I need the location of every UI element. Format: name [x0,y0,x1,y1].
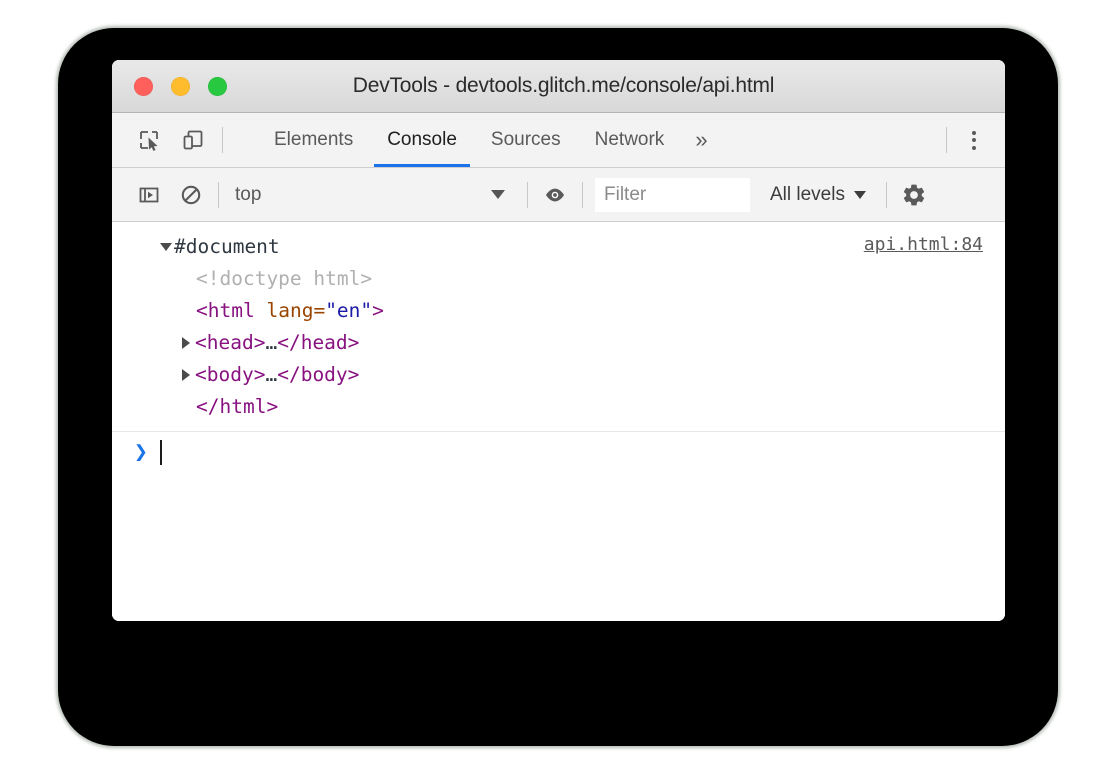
attr-value-lang: "en" [325,299,373,322]
tab-bar-left-icons [112,113,237,167]
minimize-window-button[interactable] [171,76,190,96]
dom-root-label: #document [174,235,280,258]
collapsed-triangle-icon-head[interactable] [182,336,190,349]
console-sidebar-toggle-icon[interactable] [134,180,164,210]
close-window-button[interactable] [134,76,153,96]
tab-network[interactable]: Network [578,113,682,167]
tab-bar-divider-right [946,127,947,153]
toolbar-divider-1 [218,181,219,208]
log-level-selector[interactable]: All levels [762,184,874,206]
attr-name-lang: lang [266,299,314,322]
tag-name-head-close: head [300,331,348,354]
chevron-down-icon [491,190,505,199]
log-level-value: All levels [770,183,845,205]
console-message[interactable]: api.html:84 #document <!doctype html> <h… [112,222,1005,432]
console-output-area: api.html:84 #document <!doctype html> <h… [112,222,1005,621]
title-bar: DevTools - devtools.glitch.me/console/ap… [112,60,1005,113]
text-cursor [160,439,162,465]
device-toolbar-icon[interactable] [178,125,208,155]
more-tabs-chevron-icon[interactable]: » [681,113,721,167]
screenshot-stage: DevTools - devtools.glitch.me/console/ap… [0,0,1116,782]
dom-line-head[interactable]: <head>…</head> [160,327,1005,359]
tag-name-body-close: body [300,363,348,386]
tag-name-html: html [207,299,255,322]
panel-tab-bar: Elements Console Sources Network » [112,113,1005,168]
tab-sources[interactable]: Sources [474,113,578,167]
tab-bar-right [946,113,1005,167]
inspect-element-icon[interactable] [134,125,164,155]
tag-name-body: body [206,363,254,386]
dom-line-doctype: <!doctype html> [196,267,373,290]
more-options-icon[interactable] [959,125,989,155]
console-toolbar: top All levels [112,168,1005,222]
execution-context-selector[interactable]: top [231,180,515,210]
dom-line-html-open[interactable]: <html lang="en"> [160,295,1005,327]
toolbar-divider-4 [885,181,887,208]
gear-icon[interactable] [899,180,929,210]
devtools-window: DevTools - devtools.glitch.me/console/ap… [112,60,1005,621]
clear-console-icon[interactable] [176,180,206,210]
dom-line-html-close: </html> [196,395,279,418]
tab-elements[interactable]: Elements [257,113,370,167]
expanded-triangle-icon[interactable] [160,242,172,251]
toolbar-divider-3 [582,181,583,208]
maximize-window-button[interactable] [208,76,227,96]
tag-name-head: head [206,331,254,354]
dom-line-body[interactable]: <body>…</body> [160,359,1005,391]
tab-console[interactable]: Console [370,113,474,167]
dom-tree: #document <!doctype html> <html lang="en… [112,231,1005,423]
prompt-chevron-icon: ❯ [134,438,148,465]
live-expression-eye-icon[interactable] [540,180,570,210]
console-prompt[interactable]: ❯ [112,432,1005,472]
chevron-down-icon-levels [853,190,866,199]
execution-context-value: top [235,183,262,205]
window-title: DevTools - devtools.glitch.me/console/ap… [352,74,775,97]
collapsed-triangle-icon-body[interactable] [182,368,190,381]
panel-tabs: Elements Console Sources Network » [237,113,722,167]
filter-input[interactable] [595,177,750,212]
tab-bar-divider [222,127,223,153]
toolbar-divider-2 [527,181,528,208]
message-source-link[interactable]: api.html:84 [864,234,983,255]
traffic-lights [134,60,227,112]
